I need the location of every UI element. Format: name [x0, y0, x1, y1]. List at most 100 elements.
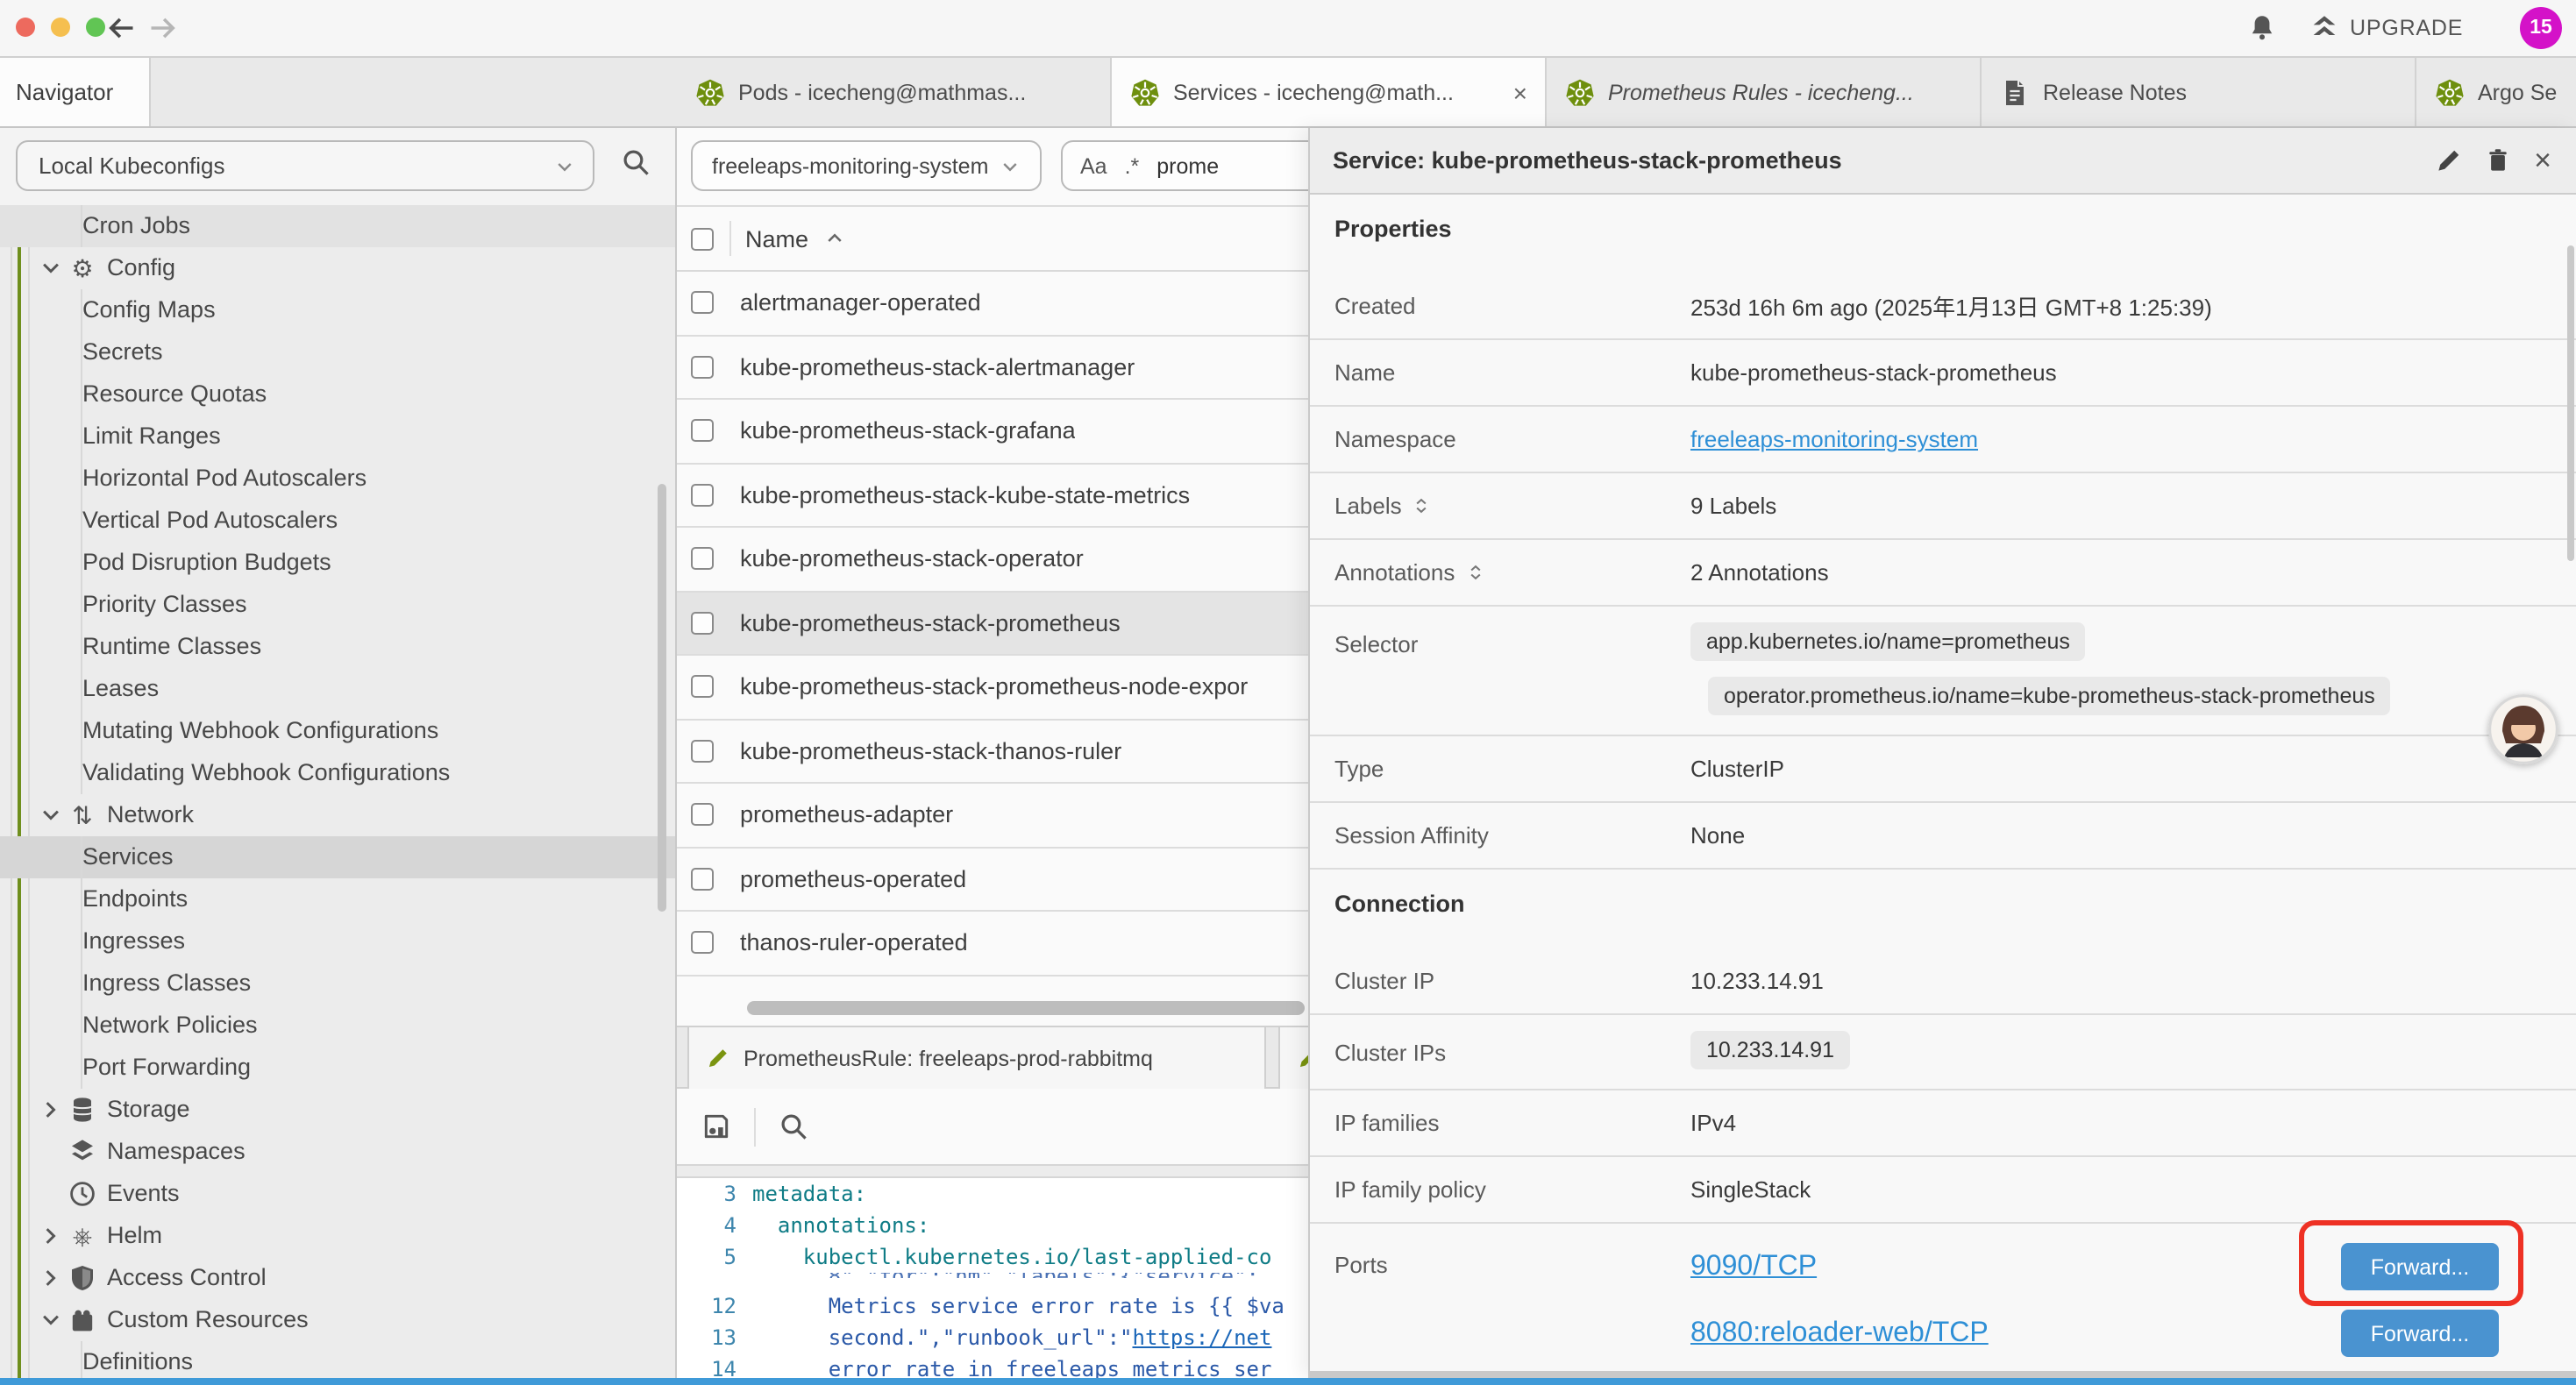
select-all-checkbox[interactable] — [691, 227, 714, 250]
tab-pods-icecheng-mathmas[interactable]: Pods - icecheng@mathmas... — [677, 58, 1112, 126]
select-checkbox[interactable] — [691, 676, 714, 699]
window-close-button[interactable] — [16, 18, 35, 37]
kubeconfig-selector[interactable]: Local Kubeconfigs — [16, 140, 594, 191]
editor-line: 12 Metrics service error rate is {{ $va — [677, 1290, 1308, 1322]
sidebar-item-network[interactable]: ⇅Network — [0, 794, 675, 836]
name-column-header[interactable]: Name — [745, 225, 808, 252]
namespace-link[interactable]: freeleaps-monitoring-system — [1690, 426, 1978, 452]
delete-trash-icon[interactable] — [2485, 147, 2511, 174]
window-maximize-button[interactable] — [86, 18, 105, 37]
select-checkbox[interactable] — [691, 484, 714, 507]
select-checkbox[interactable] — [691, 548, 714, 571]
horizontal-scrollbar[interactable] — [677, 999, 1308, 1017]
sidebar-item-config-maps[interactable]: Config Maps — [0, 289, 675, 331]
close-icon[interactable]: × — [2534, 143, 2551, 178]
sidebar-item-storage[interactable]: Storage — [0, 1089, 675, 1131]
upgrade-button[interactable]: UPGRADE — [2311, 14, 2463, 40]
notification-count-badge[interactable]: 15 — [2520, 7, 2562, 49]
port-link[interactable]: 9090/TCP — [1690, 1252, 1817, 1283]
service-row-prometheus-adapter[interactable]: prometheus-adapter — [677, 784, 1308, 848]
sidebar-item-label: Mutating Webhook Configurations — [82, 710, 438, 752]
port-link[interactable]: 8080:reloader-web/TCP — [1690, 1318, 1989, 1350]
sidebar-item-mutating-webhook-configurations[interactable]: Mutating Webhook Configurations — [0, 710, 675, 752]
select-checkbox[interactable] — [691, 868, 714, 891]
sidebar-item-helm[interactable]: ⎈Helm — [0, 1215, 675, 1257]
sidebar-item-services[interactable]: Services — [0, 836, 675, 878]
sidebar-item-priority-classes[interactable]: Priority Classes — [0, 584, 675, 626]
select-checkbox[interactable] — [691, 804, 714, 827]
back-icon[interactable] — [105, 12, 137, 44]
sidebar-item-config[interactable]: ⚙Config — [0, 247, 675, 289]
sidebar-item-custom-resources[interactable]: Custom Resources — [0, 1299, 675, 1341]
sidebar-item-port-forwarding[interactable]: Port Forwarding — [0, 1047, 675, 1089]
sidebar-item-cron-jobs[interactable]: Cron Jobs — [0, 205, 675, 247]
tab-argo-se[interactable]: Argo Se — [2416, 58, 2576, 126]
service-row-thanos-ruler-operated[interactable]: thanos-ruler-operated — [677, 912, 1308, 976]
sidebar-scrollbar[interactable] — [658, 484, 666, 912]
match-case-toggle[interactable]: Aa — [1080, 153, 1107, 178]
service-row-kube-prometheus-stack-kube-state-metrics[interactable]: kube-prometheus-stack-kube-state-metrics — [677, 464, 1308, 528]
code-link[interactable]: https://net — [1133, 1325, 1272, 1350]
service-row-kube-prometheus-stack-prometheus[interactable]: kube-prometheus-stack-prometheus — [677, 592, 1308, 656]
window-minimize-button[interactable] — [51, 18, 70, 37]
namespace-selector[interactable]: freeleaps-monitoring-system — [691, 140, 1042, 191]
sidebar-item-definitions[interactable]: Definitions — [0, 1341, 675, 1378]
sidebar-item-ingress-classes[interactable]: Ingress Classes — [0, 962, 675, 1005]
service-row-kube-prometheus-stack-operator[interactable]: kube-prometheus-stack-operator — [677, 528, 1308, 592]
sidebar-item-resource-quotas[interactable]: Resource Quotas — [0, 373, 675, 416]
tab-prometheus-rules-icecheng[interactable]: Prometheus Rules - icecheng... — [1547, 58, 1982, 126]
select-checkbox[interactable] — [691, 932, 714, 955]
sort-ascending-icon[interactable] — [824, 228, 845, 249]
service-row-kube-prometheus-stack-prometheus-node-expor[interactable]: kube-prometheus-stack-prometheus-node-ex… — [677, 656, 1308, 720]
select-checkbox[interactable] — [691, 420, 714, 443]
sidebar-item-runtime-classes[interactable]: Runtime Classes — [0, 626, 675, 668]
edit-pencil-icon[interactable] — [2436, 147, 2462, 174]
close-tab-icon[interactable]: × — [1510, 78, 1531, 106]
sidebar-item-namespaces[interactable]: Namespaces — [0, 1131, 675, 1173]
yaml-editor[interactable]: 3metadata:4 annotations:5 kubectl.kubern… — [677, 1178, 1308, 1378]
sidebar-item-limit-ranges[interactable]: Limit Ranges — [0, 416, 675, 458]
select-checkbox[interactable] — [691, 292, 714, 315]
forward-button[interactable]: Forward... — [2341, 1243, 2499, 1290]
editor-tab-partial[interactable] — [1278, 1027, 1308, 1089]
tab-services-icecheng-math[interactable]: Services - icecheng@math...× — [1112, 58, 1547, 126]
editor-line: 13 second.","runbook_url":"https://net — [677, 1322, 1308, 1353]
search-icon[interactable] — [779, 1112, 808, 1141]
section-heading-connection: Connection — [1310, 870, 2576, 938]
tab-label: Release Notes — [2043, 80, 2401, 104]
sidebar-item-horizontal-pod-autoscalers[interactable]: Horizontal Pod Autoscalers — [0, 458, 675, 500]
sidebar-item-secrets[interactable]: Secrets — [0, 331, 675, 373]
service-row-prometheus-operated[interactable]: prometheus-operated — [677, 848, 1308, 912]
service-row-kube-prometheus-stack-thanos-ruler[interactable]: kube-prometheus-stack-thanos-ruler — [677, 720, 1308, 784]
avatar[interactable] — [2488, 694, 2558, 764]
sidebar-item-pod-disruption-budgets[interactable]: Pod Disruption Budgets — [0, 542, 675, 584]
forward-icon[interactable] — [147, 12, 179, 44]
save-icon[interactable] — [701, 1112, 731, 1141]
drawer-bottom-scrollbar[interactable] — [1308, 1371, 2576, 1378]
tab-release-notes[interactable]: Release Notes — [1982, 58, 2416, 126]
resource-search-input[interactable]: Aa .* prome — [1061, 140, 1308, 191]
select-checkbox[interactable] — [691, 740, 714, 763]
search-icon[interactable] — [621, 147, 651, 177]
sidebar-item-leases[interactable]: Leases — [0, 668, 675, 710]
sidebar-item-events[interactable]: Events — [0, 1173, 675, 1215]
sidebar-item-access-control[interactable]: Access Control — [0, 1257, 675, 1299]
sidebar-item-validating-webhook-configurations[interactable]: Validating Webhook Configurations — [0, 752, 675, 794]
select-checkbox[interactable] — [691, 612, 714, 635]
notifications-bell-icon[interactable] — [2248, 12, 2276, 42]
scrollbar-thumb[interactable] — [747, 1001, 1305, 1015]
editor-tab[interactable]: PrometheusRule: freeleaps-prod-rabbitmq — [687, 1027, 1266, 1089]
sidebar-item-endpoints[interactable]: Endpoints — [0, 878, 675, 920]
service-row-kube-prometheus-stack-alertmanager[interactable]: kube-prometheus-stack-alertmanager — [677, 336, 1308, 400]
sidebar-item-label: Ingresses — [82, 920, 185, 962]
regex-toggle[interactable]: .* — [1125, 153, 1140, 178]
navigator-tab[interactable]: Navigator — [0, 58, 151, 126]
sidebar-item-ingresses[interactable]: Ingresses — [0, 920, 675, 962]
sidebar-item-vertical-pod-autoscalers[interactable]: Vertical Pod Autoscalers — [0, 500, 675, 542]
select-checkbox[interactable] — [691, 356, 714, 379]
drawer-scrollbar[interactable] — [2567, 245, 2574, 561]
service-row-alertmanager-operated[interactable]: alertmanager-operated — [677, 272, 1308, 336]
forward-button[interactable]: Forward... — [2341, 1310, 2499, 1357]
service-row-kube-prometheus-stack-grafana[interactable]: kube-prometheus-stack-grafana — [677, 400, 1308, 464]
sidebar-item-network-policies[interactable]: Network Policies — [0, 1005, 675, 1047]
